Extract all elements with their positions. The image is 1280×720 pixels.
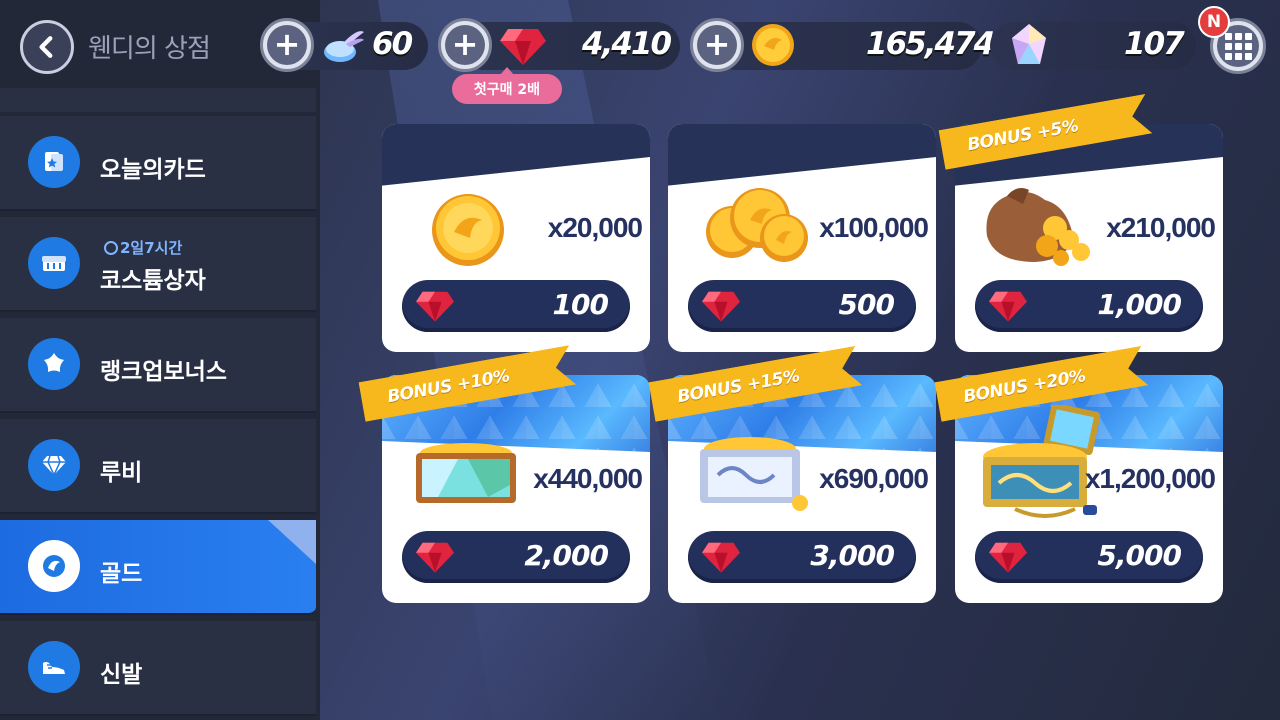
- product-amount: x20,000: [547, 212, 643, 243]
- buy-button[interactable]: 5,000: [975, 531, 1203, 583]
- gold-coins-icon: [706, 188, 808, 262]
- buy-button[interactable]: 100: [402, 280, 630, 332]
- sidebar-item-label: 랭크업보너스: [100, 359, 227, 385]
- ruby-icon: [702, 291, 740, 322]
- crystal-count: 107: [1124, 26, 1185, 62]
- product-amount: x690,000: [819, 463, 929, 494]
- sidebar-item-rankup-bonus[interactable]: 랭크업보너스: [0, 318, 316, 413]
- ticket-wing-icon: [324, 31, 364, 62]
- sidebar-item-label: 골드: [100, 561, 143, 587]
- crystal-icon: [1012, 24, 1046, 64]
- product-card[interactable]: x20,000 100: [382, 124, 650, 352]
- buy-button[interactable]: 500: [688, 280, 916, 332]
- add-ticket-button[interactable]: +: [260, 18, 314, 72]
- sidebar-top-spacer: [0, 88, 316, 112]
- gold-coin-icon: [432, 194, 504, 266]
- costume-timer: 2일7시간: [104, 237, 182, 258]
- ruby-icon: [416, 291, 454, 322]
- card-star-icon: [28, 136, 80, 188]
- product-amount: x1,200,000: [1084, 463, 1216, 494]
- diamond-icon: [28, 439, 80, 491]
- product-amount: x440,000: [533, 463, 643, 494]
- wing-coin-icon: [28, 540, 80, 592]
- top-bar: 웬디의 상점 + 60 + 4,410 첫구매 2배 + 165,474 107…: [0, 0, 1280, 104]
- sidebar-item-label: 오늘의카드: [100, 157, 206, 183]
- sidebar-item-label: 코스튬상자: [100, 268, 206, 294]
- clock-icon: [104, 241, 118, 255]
- ruby-icon: [702, 542, 740, 573]
- plus-icon: +: [451, 24, 479, 63]
- buy-button[interactable]: 1,000: [975, 280, 1203, 332]
- gold-count: 165,474: [866, 26, 995, 62]
- ruby-icon: [500, 29, 546, 65]
- price-value: 1,000: [1097, 288, 1182, 321]
- gold-sack-icon: [986, 188, 1090, 266]
- sidebar-item-costume-box[interactable]: 2일7시간 코스튬상자: [0, 217, 316, 312]
- ruby-icon: [989, 542, 1027, 573]
- back-button[interactable]: [20, 20, 74, 74]
- buy-button[interactable]: 3,000: [688, 531, 916, 583]
- sidebar-item-label: 루비: [100, 460, 143, 486]
- product-amount: x100,000: [819, 212, 929, 243]
- price-value: 3,000: [810, 539, 895, 572]
- price-value: 100: [552, 288, 609, 321]
- price-value: 500: [838, 288, 895, 321]
- page-title: 웬디의 상점: [88, 34, 211, 64]
- product-amount: x210,000: [1106, 212, 1216, 243]
- new-badge: N: [1198, 6, 1230, 38]
- add-gold-button[interactable]: +: [690, 18, 744, 72]
- sidebar: 오늘의카드 2일7시간 코스튬상자 랭크업보너스 루비 골드 신발: [0, 88, 316, 720]
- plus-icon: +: [703, 24, 731, 63]
- costume-box-icon: [28, 237, 80, 289]
- ruby-icon: [416, 542, 454, 573]
- price-value: 5,000: [1097, 539, 1182, 572]
- shoe-icon: [28, 641, 80, 693]
- product-card[interactable]: x100,000 500: [668, 124, 936, 352]
- buy-button[interactable]: 2,000: [402, 531, 630, 583]
- first-purchase-badge: 첫구매 2배: [452, 67, 562, 104]
- gold-chest-icon: [416, 443, 516, 503]
- costume-timer-text: 2일7시간: [120, 239, 183, 257]
- price-value: 2,000: [524, 539, 609, 572]
- sidebar-item-shoes[interactable]: 신발: [0, 621, 316, 716]
- gold-coin-icon: [752, 24, 794, 66]
- ruby-icon: [989, 291, 1027, 322]
- sidebar-item-gold[interactable]: 골드: [0, 520, 316, 615]
- sidebar-item-ruby[interactable]: 루비: [0, 419, 316, 514]
- add-ruby-button[interactable]: +: [438, 18, 492, 72]
- silver-chest-icon: [700, 437, 808, 511]
- ruby-count: 4,410: [582, 26, 672, 62]
- ticket-count: 60: [372, 26, 413, 62]
- sidebar-item-label: 신발: [100, 662, 143, 688]
- star-icon: [28, 338, 80, 390]
- arrow-left-icon: [39, 36, 53, 58]
- sidebar-item-today-card[interactable]: 오늘의카드: [0, 116, 316, 211]
- plus-icon: +: [273, 24, 301, 63]
